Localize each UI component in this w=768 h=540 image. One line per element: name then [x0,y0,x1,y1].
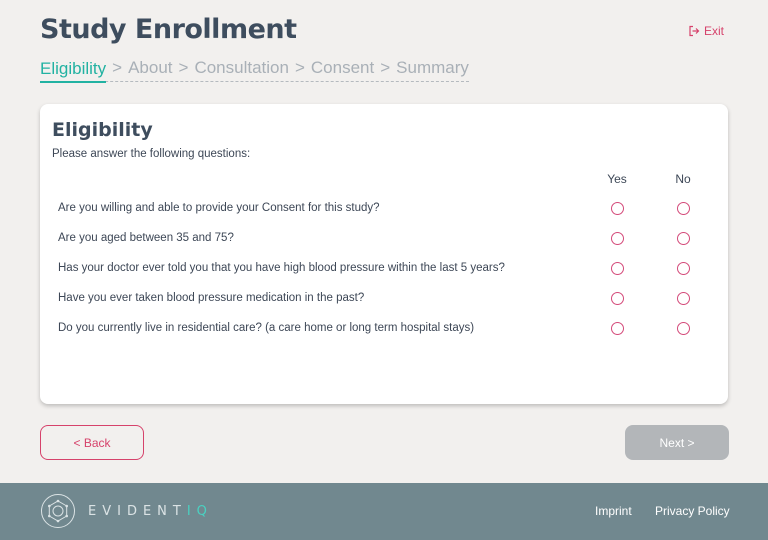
question-text: Has your doctor ever told you that you h… [58,262,505,274]
card-title: Eligibility [52,119,153,141]
breadcrumb-about[interactable]: About [128,58,172,78]
logo-text: EVIDENTIQ [88,504,213,519]
breadcrumb: Eligibility > About > Consultation > Con… [40,58,469,83]
no-radio[interactable] [677,202,690,215]
question-text: Are you aged between 35 and 75? [58,232,234,244]
no-radio[interactable] [677,322,690,335]
question-row: Has your doctor ever told you that you h… [58,258,718,280]
header: Study Enrollment Exit Eligibility > Abou… [40,14,728,84]
eligibility-card: Eligibility Please answer the following … [40,104,728,404]
footer: EVIDENTIQ Imprint Privacy Policy [0,483,768,540]
yes-radio[interactable] [611,202,624,215]
logo[interactable]: EVIDENTIQ [40,493,213,529]
logo-text-accent: IQ [186,503,213,519]
breadcrumb-consultation[interactable]: Consultation [194,58,289,78]
no-column-header: No [675,172,691,186]
yes-radio[interactable] [611,232,624,245]
breadcrumb-consent[interactable]: Consent [311,58,374,78]
exit-icon [689,25,700,37]
yes-radio[interactable] [611,322,624,335]
breadcrumb-separator: > [178,58,189,77]
card-subtitle: Please answer the following questions: [52,148,251,160]
imprint-link[interactable]: Imprint [595,504,632,518]
question-text: Do you currently live in residential car… [58,322,475,334]
question-row: Do you currently live in residential car… [58,318,718,340]
breadcrumb-summary[interactable]: Summary [396,58,469,78]
breadcrumb-separator: > [294,58,305,77]
no-radio[interactable] [677,292,690,305]
breadcrumb-eligibility[interactable]: Eligibility [40,59,107,83]
back-button[interactable]: < Back [40,425,144,460]
question-text: Are you willing and able to provide your… [58,202,380,214]
breadcrumb-separator: > [112,58,123,77]
no-radio[interactable] [677,262,690,275]
privacy-policy-link[interactable]: Privacy Policy [655,504,730,518]
evidentiq-logo-icon [41,494,75,528]
page-title: Study Enrollment [40,14,297,45]
exit-button[interactable]: Exit [688,24,724,38]
question-row: Are you willing and able to provide your… [58,198,718,220]
yes-radio[interactable] [611,262,624,275]
yes-column-header: Yes [607,172,627,186]
question-row: Have you ever taken blood pressure medic… [58,288,718,310]
next-button[interactable]: Next > [625,425,729,460]
yes-radio[interactable] [611,292,624,305]
question-text: Have you ever taken blood pressure medic… [58,292,365,304]
exit-label: Exit [703,24,724,38]
no-radio[interactable] [677,232,690,245]
logo-text-main: EVIDENT [88,503,187,519]
question-row: Are you aged between 35 and 75? [58,228,718,250]
breadcrumb-separator: > [380,58,391,77]
